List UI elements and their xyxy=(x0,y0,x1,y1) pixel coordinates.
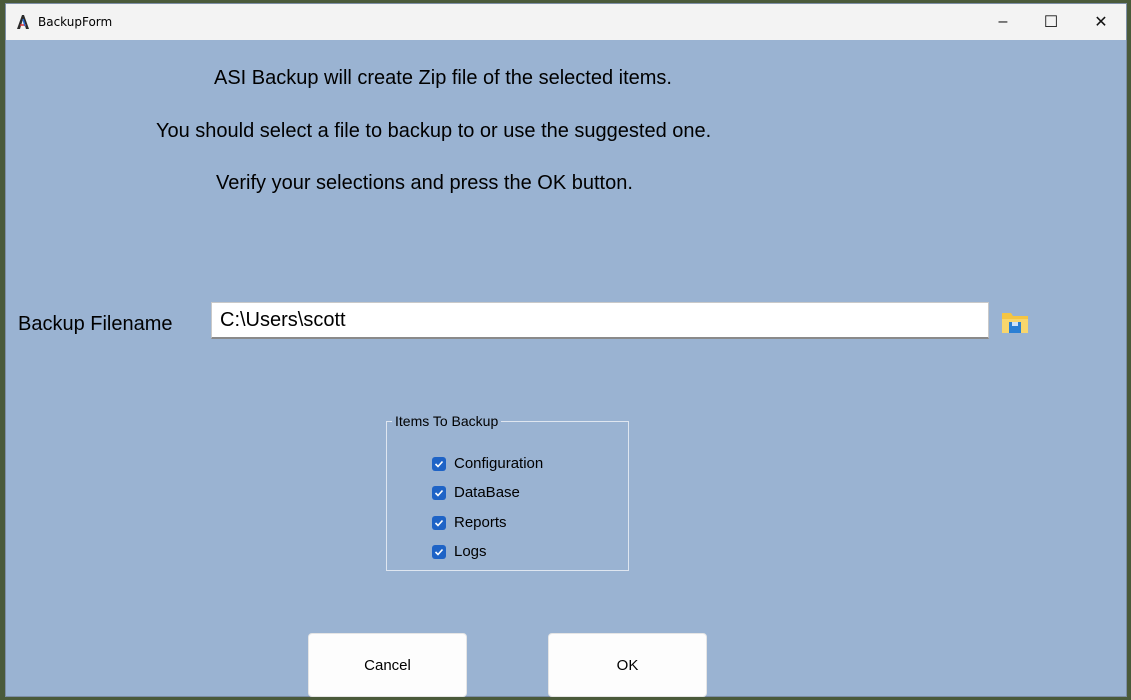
group-title: Items To Backup xyxy=(392,413,502,429)
checkbox-checked-icon[interactable] xyxy=(432,485,446,500)
checkbox-configuration[interactable]: Configuration xyxy=(432,455,543,472)
backup-form-window: BackupForm – ☐ ✕ ASI Backup will create … xyxy=(5,3,1127,697)
close-button[interactable]: ✕ xyxy=(1076,4,1126,40)
asi-logo-icon xyxy=(14,13,32,31)
instruction-line-1: ASI Backup will create Zip file of the s… xyxy=(214,67,672,89)
checkbox-checked-icon[interactable] xyxy=(432,544,446,559)
instruction-line-3: Verify your selections and press the OK … xyxy=(216,172,633,194)
checkbox-checked-icon[interactable] xyxy=(432,456,446,471)
minimize-button[interactable]: – xyxy=(980,4,1026,40)
checkbox-database[interactable]: DataBase xyxy=(432,484,520,501)
checkbox-label: Logs xyxy=(454,543,487,560)
checkbox-label: Configuration xyxy=(454,455,544,472)
backup-filename-label: Backup Filename xyxy=(18,313,173,335)
ok-button[interactable]: OK xyxy=(548,633,707,697)
checkbox-reports[interactable]: Reports xyxy=(432,514,507,531)
checkbox-label: Reports xyxy=(454,514,507,531)
cancel-button[interactable]: Cancel xyxy=(308,633,467,697)
folder-icon[interactable] xyxy=(1000,309,1030,335)
maximize-button[interactable]: ☐ xyxy=(1028,4,1074,40)
title-bar[interactable]: BackupForm – ☐ ✕ xyxy=(6,4,1126,40)
window-controls: – ☐ ✕ xyxy=(978,4,1126,40)
backup-filename-input[interactable] xyxy=(211,302,989,339)
checkbox-logs[interactable]: Logs xyxy=(432,543,487,560)
instruction-line-2: You should select a file to backup to or… xyxy=(156,120,712,142)
checkbox-label: DataBase xyxy=(454,484,520,501)
items-to-backup-group: Items To Backup Configuration DataBase R… xyxy=(386,413,629,571)
checkbox-checked-icon[interactable] xyxy=(432,515,446,530)
window-title: BackupForm xyxy=(38,15,113,29)
